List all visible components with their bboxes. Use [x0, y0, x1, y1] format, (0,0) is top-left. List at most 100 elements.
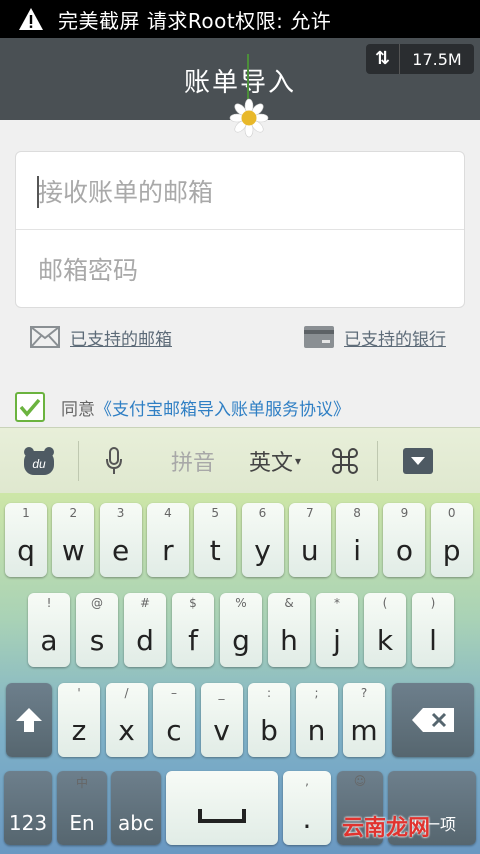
key-r-label: r [162, 534, 174, 567]
space-icon [198, 809, 246, 823]
key-c-label: c [166, 714, 182, 747]
key-u[interactable]: 7u [288, 503, 331, 577]
numbers-key-label: 123 [8, 811, 48, 835]
voice-input-button[interactable] [79, 428, 149, 494]
hide-keyboard-icon [403, 447, 433, 474]
key-t-secondary: 5 [211, 506, 219, 520]
key-f[interactable]: $ f [172, 593, 214, 667]
key-f-label: f [188, 624, 198, 657]
numbers-key[interactable]: 123 [4, 771, 52, 845]
key-d[interactable]: # d [124, 593, 166, 667]
key-b-label: b [260, 714, 278, 747]
emoji-key-secondary: ☺ [353, 774, 367, 788]
key-k-label: k [376, 624, 394, 657]
supported-mail-link[interactable]: 已支持的邮箱 [30, 322, 172, 352]
key-u-secondary: 7 [305, 506, 314, 520]
key-n[interactable]: ; n [295, 683, 338, 757]
key-n-label: n [307, 714, 326, 747]
key-m[interactable]: ? m [343, 683, 385, 757]
english-mode-button[interactable]: 英文 ▾ [237, 428, 313, 494]
key-e-label: e [111, 534, 130, 567]
pinyin-mode-button[interactable]: 拼音 [149, 428, 237, 494]
password-placeholder: 邮箱密码 [38, 256, 139, 285]
key-c-secondary: – [171, 686, 177, 700]
backspace-key[interactable] [392, 683, 474, 757]
key-i-label: i [353, 534, 361, 567]
key-q-secondary: 1 [22, 506, 30, 520]
email-field[interactable]: 接收账单的邮箱 [16, 152, 464, 230]
login-form-card: 接收账单的邮箱 邮箱密码 [15, 151, 465, 308]
language-switch-key[interactable]: 中 En [57, 771, 107, 845]
key-k[interactable]: (k [364, 593, 406, 667]
backspace-icon [412, 708, 454, 732]
key-i-secondary: 8 [353, 506, 361, 520]
key-q-label: q [17, 534, 35, 567]
network-speed-badge: ⇅ 17.5M [366, 44, 474, 74]
hide-keyboard-button[interactable] [378, 428, 458, 494]
network-speed: 17.5M [412, 49, 462, 69]
key-r[interactable]: 4r [146, 503, 189, 577]
key-p-label: p [442, 534, 461, 567]
key-s-label: s [89, 624, 105, 657]
text-cursor [37, 176, 39, 208]
baidu-ime-logo-button[interactable]: du [0, 428, 78, 494]
key-p[interactable]: 0p [430, 503, 473, 577]
key-x[interactable]: / x [105, 683, 148, 757]
status-message: 完美截屏 请求Root权限: 允许 [58, 8, 332, 33]
key-x-secondary: / [124, 686, 129, 700]
shift-arrow-icon [16, 708, 42, 732]
period-key[interactable]: ,. [283, 771, 331, 845]
key-z[interactable]: ' z [58, 683, 100, 757]
abc-layout-key[interactable]: abc [111, 771, 161, 845]
key-d-label: d [136, 624, 154, 657]
key-e[interactable]: 3e [99, 503, 142, 577]
key-t[interactable]: 5t [194, 503, 237, 577]
command-keyboard-button[interactable] [313, 428, 377, 494]
key-o-secondary: 9 [400, 506, 409, 520]
key-w-secondary: 2 [69, 506, 78, 520]
period-key-label: . [302, 802, 312, 835]
english-mode-label: 英文 [248, 450, 293, 476]
key-n-secondary: ; [314, 686, 319, 700]
supported-bank-link[interactable]: 已支持的银行 [304, 322, 446, 352]
period-key-secondary: , [305, 774, 309, 788]
key-g-label: g [232, 624, 250, 657]
language-switch-key-secondary: 中 [75, 776, 88, 790]
key-z-label: z [71, 714, 87, 747]
agree-checkbox[interactable] [15, 392, 45, 422]
warning-icon [19, 8, 43, 30]
key-w[interactable]: 2w [52, 503, 95, 577]
key-h-label: h [280, 624, 298, 657]
key-b[interactable]: :b [248, 683, 290, 757]
key-p-secondary: 0 [447, 506, 456, 520]
key-i[interactable]: 8i [336, 503, 379, 577]
key-s-secondary: @ [91, 596, 103, 610]
key-o[interactable]: 9o [383, 503, 426, 577]
key-j-label: j [333, 624, 341, 657]
key-s[interactable]: @ s [76, 593, 118, 667]
status-bar: 完美截屏 请求Root权限: 允许 [0, 0, 480, 38]
supported-bank-label: 已支持的银行 [344, 329, 446, 350]
key-j-secondary: * [334, 596, 340, 610]
supported-mail-label: 已支持的邮箱 [70, 329, 172, 350]
key-a[interactable]: ! a [28, 593, 70, 667]
password-field[interactable]: 邮箱密码 [16, 230, 464, 308]
shift-key[interactable] [6, 683, 52, 757]
key-q[interactable]: 1q [5, 503, 47, 577]
english-dropdown-arrow-icon: ▾ [294, 453, 302, 468]
agreement-link[interactable]: 《支付宝邮箱导入账单服务协议》 [95, 395, 350, 420]
abc-layout-key-label: abc [118, 811, 154, 835]
key-c[interactable]: – c [153, 683, 195, 757]
key-f-secondary: $ [189, 596, 197, 610]
key-j[interactable]: * j [316, 593, 358, 667]
key-y[interactable]: 6y [241, 503, 284, 577]
key-l[interactable]: ) l [412, 593, 454, 667]
key-g[interactable]: % g [220, 593, 262, 667]
key-v[interactable]: _ v [200, 683, 243, 757]
command-icon [332, 447, 358, 474]
key-h[interactable]: & h [268, 593, 310, 667]
checkmark-icon [19, 398, 41, 417]
space-key[interactable] [166, 771, 278, 845]
transfer-arrows-icon: ⇅ [366, 44, 400, 74]
agreement-row: 同意 《支付宝邮箱导入账单服务协议》 [15, 390, 350, 424]
